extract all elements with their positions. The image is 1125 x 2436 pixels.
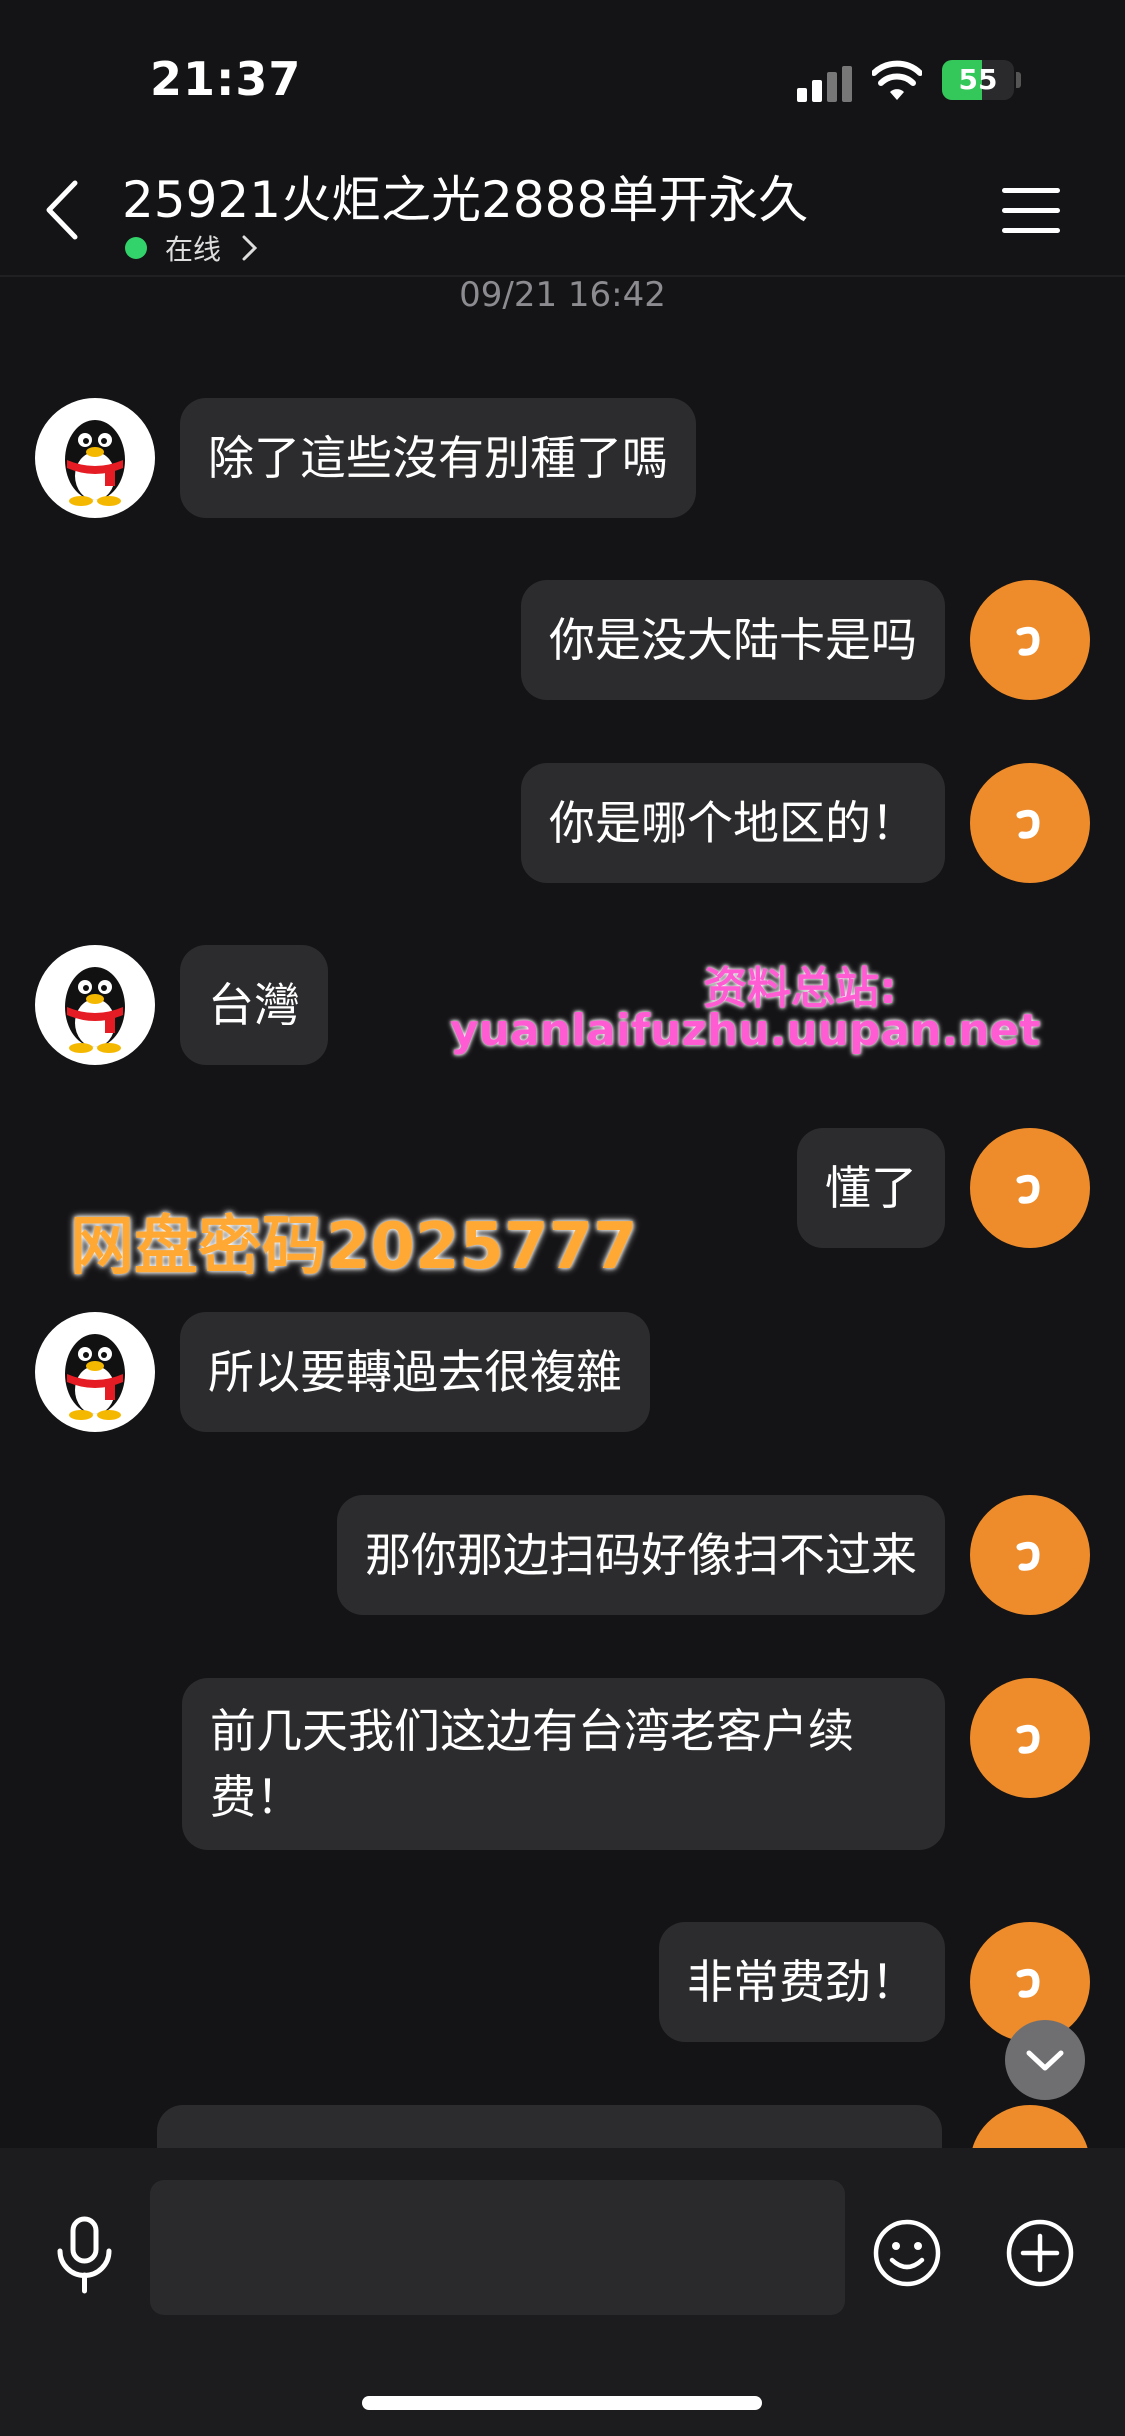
online-status[interactable]: 在线 <box>125 228 261 268</box>
cellular-signal-icon <box>797 66 857 102</box>
message-bubble-sent[interactable]: 懂了 <box>797 1128 945 1248</box>
message-bubble-sent[interactable]: 前几天我们这边有台湾老客户续费！ <box>182 1678 945 1850</box>
plus-button[interactable] <box>1005 2218 1075 2288</box>
contact-avatar[interactable] <box>35 945 155 1065</box>
chevron-right-icon <box>242 235 258 261</box>
online-label: 在线 <box>165 233 222 266</box>
contact-avatar[interactable] <box>35 1312 155 1432</box>
message-bubble-sent[interactable]: 你是没大陆卡是吗 <box>521 580 945 700</box>
self-avatar[interactable] <box>970 1678 1090 1798</box>
qq-penguin-icon <box>65 420 125 506</box>
chat-header: 25921火炬之光2888单开永久 在线 <box>0 140 1125 277</box>
chat-title[interactable]: 25921火炬之光2888单开永久 <box>122 160 808 232</box>
watermark-site-url: yuanlaifuzhu.uupan.net <box>450 1005 1041 1056</box>
menu-button[interactable] <box>1002 188 1060 234</box>
wifi-icon <box>872 60 922 100</box>
contact-avatar[interactable] <box>35 398 155 518</box>
self-avatar-icon <box>1016 1174 1040 1204</box>
message-input[interactable] <box>150 2180 845 2315</box>
battery-percent: 55 <box>958 63 998 96</box>
back-button[interactable] <box>35 175 95 245</box>
self-avatar[interactable] <box>970 1128 1090 1248</box>
self-avatar[interactable] <box>970 1495 1090 1615</box>
chevron-down-icon <box>1026 2050 1064 2071</box>
self-avatar-icon <box>1016 1724 1040 1754</box>
self-avatar-icon <box>1016 1541 1040 1571</box>
message-bubble-received[interactable]: 台灣 <box>180 945 328 1065</box>
status-bar: 21:37 55 <box>0 0 1125 140</box>
message-bubble-received[interactable]: 除了這些沒有別種了嗎 <box>180 398 696 518</box>
message-bubble-sent[interactable]: 非常费劲！ <box>659 1922 945 2042</box>
message-bubble-received[interactable]: 所以要轉過去很複雜 <box>180 1312 650 1432</box>
status-time: 21:37 <box>150 52 302 106</box>
online-dot-icon <box>125 237 147 259</box>
emoji-button[interactable] <box>872 2218 942 2288</box>
self-avatar-partial[interactable] <box>970 2105 1090 2148</box>
microphone-button[interactable] <box>52 2215 117 2295</box>
self-avatar[interactable] <box>970 763 1090 883</box>
watermark-password: 网盘密码2025777 <box>70 1210 638 1284</box>
message-bubble-sent[interactable]: 那你那边扫码好像扫不过来 <box>337 1495 945 1615</box>
self-avatar-icon <box>1016 809 1040 839</box>
message-bubble-sent[interactable]: 你是哪个地区的！ <box>521 763 945 883</box>
message-bubble-partial[interactable] <box>157 2105 942 2148</box>
battery-indicator: 55 <box>942 60 1014 100</box>
scroll-to-bottom-button[interactable] <box>1005 2020 1085 2100</box>
home-indicator[interactable] <box>362 2396 762 2410</box>
self-avatar-icon <box>1016 626 1040 656</box>
self-avatar[interactable] <box>970 580 1090 700</box>
battery-cap <box>1016 72 1021 88</box>
message-timestamp: 09/21 16:42 <box>459 275 666 315</box>
qq-penguin-icon <box>65 967 125 1053</box>
qq-penguin-icon <box>65 1334 125 1420</box>
